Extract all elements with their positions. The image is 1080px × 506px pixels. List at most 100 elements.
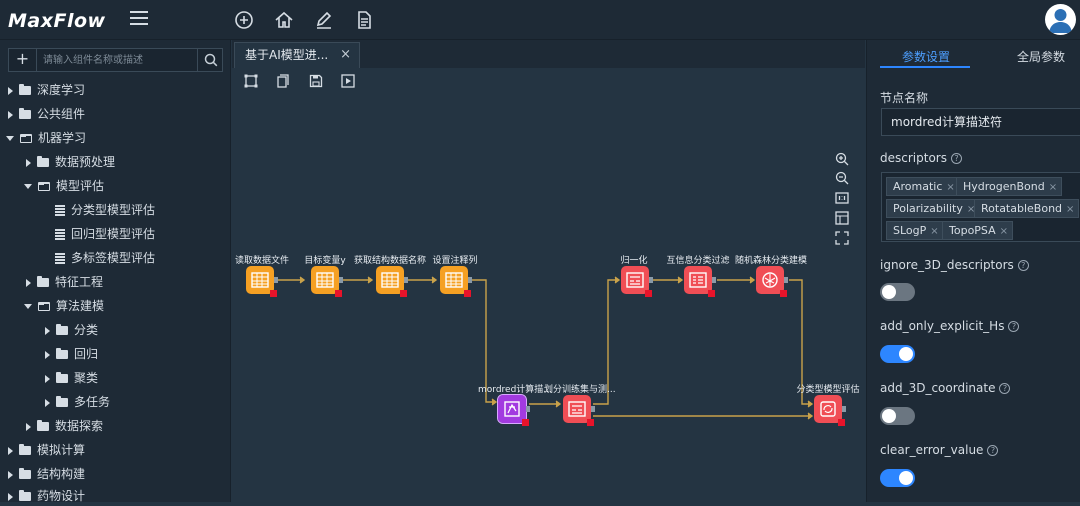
tag-hydrogenbond: HydrogenBond ×	[956, 177, 1063, 196]
tab-params[interactable]: 参数设置	[902, 48, 950, 68]
folder-icon	[19, 468, 31, 479]
error-badge	[464, 290, 471, 297]
tab-global-params[interactable]: 全局参数	[1017, 48, 1065, 68]
add-circle-icon[interactable]	[234, 10, 254, 30]
user-icon	[1049, 9, 1072, 33]
option-label: add_3D_coordinate?	[880, 381, 1011, 395]
node-label: 随机森林分类建模	[734, 256, 807, 266]
chevron-right-icon	[45, 350, 50, 359]
properties-panel: 参数设置 全局参数 节点名称 mordred计算描述符 descriptors?…	[866, 40, 1080, 502]
error-badge	[335, 290, 342, 297]
help-icon[interactable]: ?	[999, 383, 1011, 394]
node-mutual-info[interactable]	[684, 266, 716, 297]
menu-icon[interactable]	[130, 11, 148, 27]
tree-item-regression[interactable]: 回归	[45, 344, 98, 364]
chevron-right-icon	[8, 446, 13, 455]
folder-open-icon	[38, 302, 50, 311]
node-read-file[interactable]	[246, 266, 278, 297]
chevron-down-icon	[6, 136, 14, 141]
folder-icon	[19, 490, 31, 501]
error-badge	[522, 419, 529, 426]
search-button[interactable]	[197, 49, 223, 71]
tree-item-classification[interactable]: 分类	[45, 320, 98, 340]
help-icon[interactable]: ?	[1008, 321, 1020, 332]
node-random-forest[interactable]	[756, 266, 788, 297]
folder-icon	[56, 348, 68, 359]
tree-item-exploration[interactable]: 数据探索	[26, 416, 103, 436]
node-structure-name[interactable]	[376, 266, 408, 297]
tree-item-multilabel-eval[interactable]: 多标签模型评估	[55, 248, 155, 268]
search-icon	[204, 53, 218, 67]
node-label: 划分训练集与测...	[544, 385, 616, 395]
search-input[interactable]	[43, 52, 193, 68]
tag-remove-icon[interactable]: ×	[1066, 204, 1074, 215]
tree-item-multitask[interactable]: 多任务	[45, 392, 110, 412]
option-label: add_only_explicit_Hs?	[880, 319, 1020, 333]
home-icon[interactable]	[274, 10, 294, 30]
node-target-y[interactable]	[311, 266, 343, 297]
tree-item-deep-learning[interactable]: 深度学习	[8, 80, 85, 100]
chevron-down-icon	[24, 184, 32, 189]
chevron-right-icon	[26, 422, 31, 431]
help-icon[interactable]: ?	[950, 153, 962, 164]
help-icon[interactable]: ?	[987, 445, 999, 456]
tag-rotatablebond: RotatableBond ×	[974, 199, 1080, 218]
tree-item-structure[interactable]: 结构构建	[8, 464, 85, 484]
error-badge	[780, 290, 787, 297]
folder-icon	[37, 420, 49, 431]
document-icon[interactable]	[354, 10, 374, 30]
tree-item-common[interactable]: 公共组件	[8, 104, 85, 124]
tree-item-feature-eng[interactable]: 特征工程	[26, 272, 103, 292]
node-annotation-col[interactable]	[440, 266, 472, 297]
tag-remove-icon[interactable]: ×	[946, 182, 954, 193]
chevron-right-icon	[8, 110, 13, 119]
tag-polarizability: Polarizability ×	[886, 199, 981, 218]
toggle-ignore-3d[interactable]	[880, 283, 915, 301]
add-component-button[interactable]: +	[9, 49, 37, 71]
toggle-clear-error[interactable]	[880, 469, 915, 487]
folder-open-icon	[20, 134, 32, 143]
tag-remove-icon[interactable]: ×	[930, 226, 938, 237]
component-sidebar: + 深度学习 公共组件 机器学习 数据预处理 模型评估 分类型模型评估 回归型模…	[0, 40, 231, 503]
node-label: mordred计算描...	[478, 385, 552, 395]
node-label: 互信息分类过滤	[666, 256, 730, 266]
workflow-canvas[interactable]: 基于AI模型进... × 读取数据文件 目标变量y 获取结构数据名称 设置注释列	[232, 40, 865, 502]
node-normalize[interactable]	[621, 266, 653, 297]
tree-item-preprocessing[interactable]: 数据预处理	[26, 152, 115, 172]
node-split[interactable]	[563, 395, 595, 426]
help-icon[interactable]: ?	[1017, 260, 1029, 271]
node-classification-eval[interactable]	[814, 395, 846, 426]
tree-item-simulation[interactable]: 模拟计算	[8, 440, 85, 460]
chevron-right-icon	[8, 470, 13, 479]
folder-icon	[19, 84, 31, 95]
node-label: 归一化	[620, 256, 648, 266]
app-logo: MaxFlow	[8, 10, 106, 32]
user-avatar[interactable]	[1045, 4, 1076, 35]
folder-open-icon	[38, 182, 50, 191]
tag-remove-icon[interactable]: ×	[1049, 182, 1057, 193]
node-mordred[interactable]	[497, 394, 530, 426]
tree-item-clustering[interactable]: 聚类	[45, 368, 98, 388]
chevron-right-icon	[26, 278, 31, 287]
chevron-right-icon	[26, 158, 31, 167]
tree-item-model-eval[interactable]: 模型评估	[24, 176, 104, 196]
component-icon	[55, 228, 65, 241]
tree-item-drug-design[interactable]: 药物设计	[8, 486, 85, 506]
tree-item-machine-learning[interactable]: 机器学习	[6, 128, 86, 148]
option-label: clear_error_value?	[880, 443, 999, 457]
error-badge	[645, 290, 652, 297]
tree-item-regression-eval[interactable]: 回归型模型评估	[55, 224, 155, 244]
error-badge	[400, 290, 407, 297]
tree-item-algorithm[interactable]: 算法建模	[24, 296, 104, 316]
edit-icon[interactable]	[314, 10, 334, 30]
descriptors-select[interactable]: Aromatic × HydrogenBond × Polarizability × …	[881, 172, 1080, 242]
node-name-input[interactable]: mordred计算描述符	[881, 108, 1080, 136]
toggle-explicit-hs[interactable]	[880, 345, 915, 363]
node-label: 读取数据文件	[234, 256, 289, 266]
toggle-add-3d[interactable]	[880, 407, 915, 425]
tree-item-classification-eval[interactable]: 分类型模型评估	[55, 200, 155, 220]
folder-icon	[37, 276, 49, 287]
tag-remove-icon[interactable]: ×	[1000, 226, 1008, 237]
node-label: 目标变量y	[304, 256, 346, 266]
node-name-label: 节点名称	[880, 91, 929, 105]
